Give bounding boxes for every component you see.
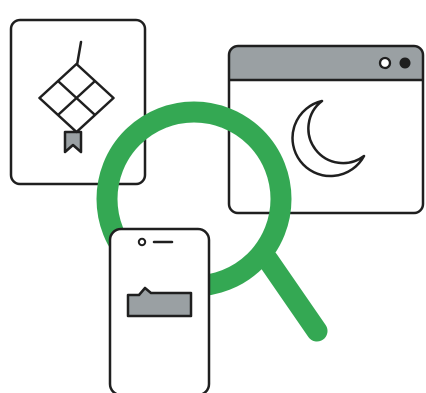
crescent-moon-icon — [291, 99, 366, 178]
phone-camera-icon — [137, 237, 147, 247]
illustration-canvas — [9, 18, 425, 393]
browser-title-bar — [229, 46, 423, 80]
window-control-icon — [378, 56, 392, 70]
smartphone-card — [108, 227, 211, 393]
search-illustration — [0, 0, 426, 393]
window-control-icon — [399, 57, 411, 69]
